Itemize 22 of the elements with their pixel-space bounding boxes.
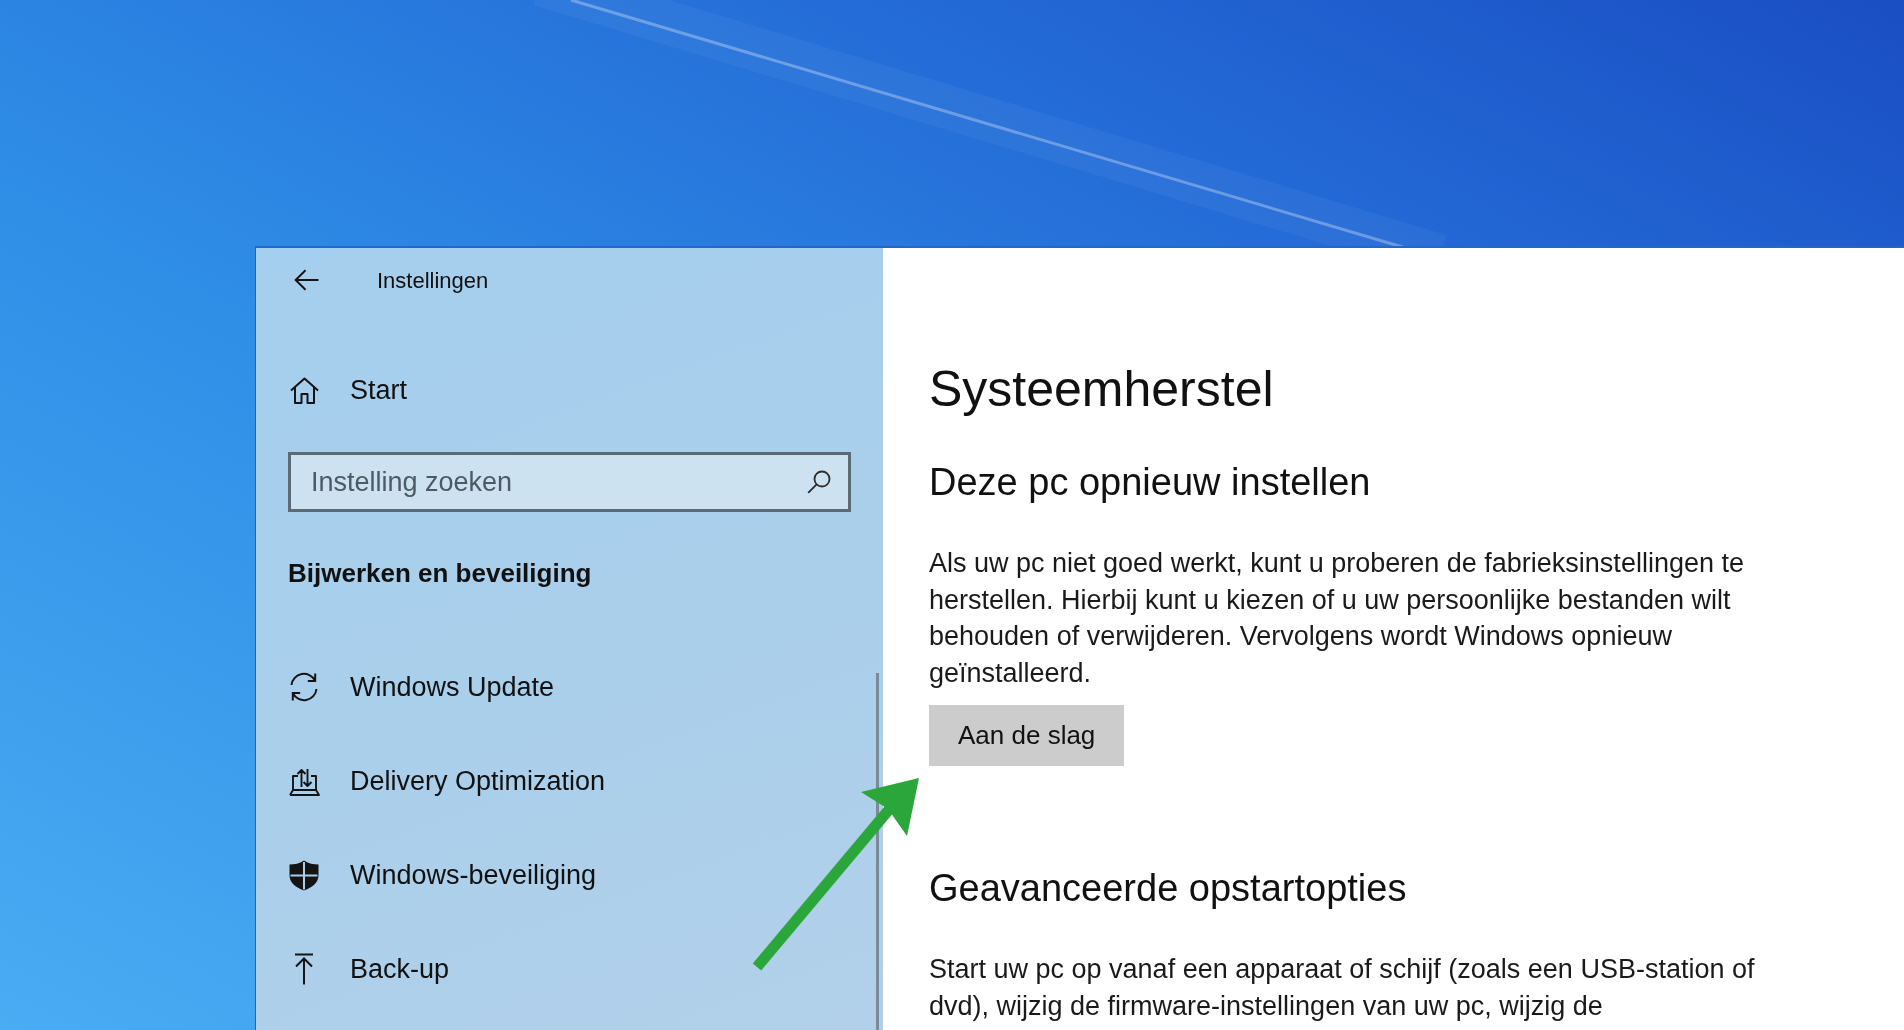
get-started-button[interactable]: Aan de slag <box>929 705 1125 766</box>
search-field[interactable]: Instelling zoeken <box>288 452 851 512</box>
description-text: Als uw pc niet goed werkt, kunt u proberen de fabrieksinstellingen te herstellen. Hierbij kunt u kiezen of u uw persoonlijke bestanden wilt behouden of verwijderen. Vervolgens wordt Windows opnieuw geïnstalleerd. <box>929 547 1745 690</box>
section-heading: Deze pc opnieuw instellen <box>929 460 1372 505</box>
section-heading: Geavanceerde opstartopties <box>929 866 1408 911</box>
laptop-arrows-icon <box>288 766 320 796</box>
page-title: Systeemherstel <box>929 360 1275 419</box>
window-title: Instellingen <box>377 266 489 295</box>
up-arrow-icon <box>294 953 314 985</box>
nav-item[interactable]: Windows Update <box>288 656 847 718</box>
back-icon <box>293 269 319 291</box>
description-text: Start uw pc op vanaf een apparaat of schijf (zoals een USB-station of dvd), wijzig de firmware-instellingen van uw pc, wijzig de <box>929 953 1756 1023</box>
nav-item[interactable]: Back-up <box>288 938 847 1000</box>
section-heading: Bijwerken en beveiliging <box>288 557 593 590</box>
nav-item[interactable]: Start <box>288 360 847 420</box>
sync-icon <box>288 671 320 703</box>
home-icon <box>289 376 319 404</box>
search-icon[interactable] <box>807 470 831 494</box>
scroll-bar[interactable] <box>876 673 879 1030</box>
nav-item[interactable]: Delivery Optimization <box>288 750 847 812</box>
shield-icon <box>289 859 319 891</box>
nav-item[interactable]: Windows-beveiliging <box>288 844 847 906</box>
